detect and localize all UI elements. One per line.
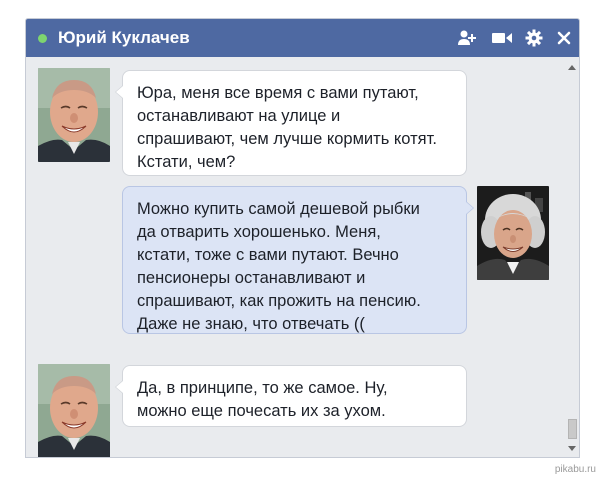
- message-line: спрашивают, чем лучше кормить котят.: [137, 130, 437, 148]
- message-line: пенсионеры останавливают и: [137, 269, 366, 287]
- message-line: Юра, меня все время с вами путают,: [137, 84, 419, 102]
- scrollbar[interactable]: [565, 57, 579, 457]
- message-line: кстати, тоже с вами путают. Вечно: [137, 246, 399, 264]
- outgoing-message: Можно купить самой дешевой рыбки да отва…: [122, 186, 474, 334]
- incoming-message: Юра, меня все время с вами путают, остан…: [115, 70, 467, 176]
- video-call-icon[interactable]: [491, 27, 513, 49]
- message-line: можно еще почесать их за ухом.: [137, 402, 386, 420]
- chat-titlebar[interactable]: Юрий Куклачев: [26, 19, 579, 57]
- message-line: Да, в принципе, то же самое. Ну,: [137, 379, 388, 397]
- contact-name[interactable]: Юрий Куклачев: [58, 28, 190, 48]
- sender-avatar[interactable]: [38, 68, 110, 162]
- message-line: спрашивают, как прожить на пенсию.: [137, 292, 421, 310]
- incoming-message: Да, в принципе, то же самое. Ну, можно е…: [115, 365, 467, 427]
- message-line: останавливают на улице и: [137, 107, 341, 125]
- chat-window: Юрий Куклачев Юра, меня все время с вами…: [25, 18, 580, 458]
- scroll-up-icon[interactable]: [568, 65, 576, 70]
- message-line: Даже не знаю, что отвечать ((: [137, 315, 365, 333]
- watermark: pikabu.ru: [554, 464, 596, 475]
- message-line: Кстати, чем?: [137, 153, 236, 171]
- sender-avatar[interactable]: [38, 364, 110, 457]
- online-status-icon: [38, 34, 47, 43]
- scroll-thumb[interactable]: [568, 419, 577, 439]
- close-icon[interactable]: [553, 27, 575, 49]
- own-avatar[interactable]: [477, 186, 549, 280]
- message-line: Можно купить самой дешевой рыбки: [137, 200, 420, 218]
- add-friend-icon[interactable]: [456, 27, 478, 49]
- gear-icon[interactable]: [523, 27, 545, 49]
- scroll-down-icon[interactable]: [568, 446, 576, 451]
- message-line: да отварить хорошенько. Меня,: [137, 223, 381, 241]
- message-list: Юра, меня все время с вами путают, остан…: [26, 57, 565, 457]
